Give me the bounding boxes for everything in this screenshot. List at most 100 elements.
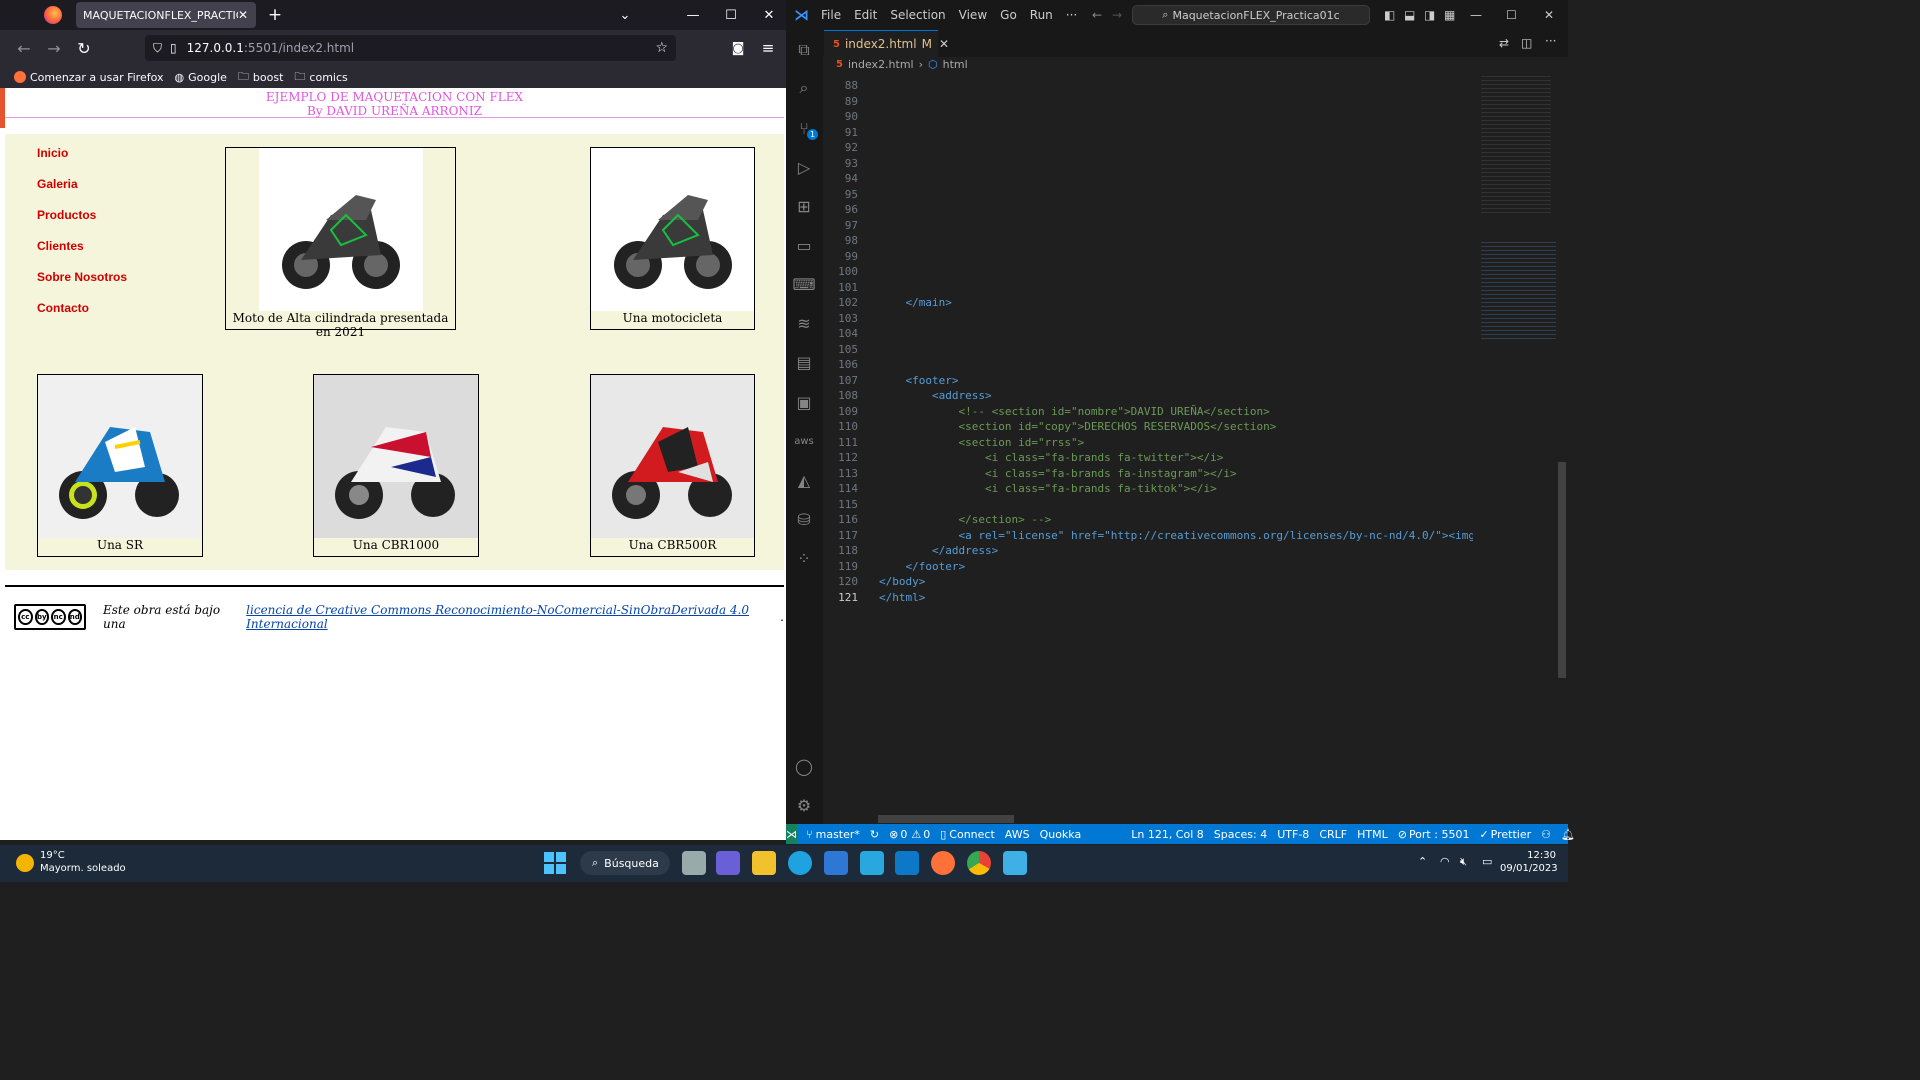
nav-link-galeria[interactable]: Galeria xyxy=(37,177,127,208)
edge-icon[interactable] xyxy=(788,851,812,875)
bookmark-firefox[interactable]: Comenzar a usar Firefox xyxy=(14,71,164,84)
minimize-button[interactable]: — xyxy=(1470,8,1482,22)
creative-commons-badge[interactable]: cc by nc nd xyxy=(14,604,86,630)
hamburger-menu-icon[interactable]: ≡ xyxy=(758,38,778,58)
browser-tab[interactable]: MAQUETACIONFLEX_PRACTICA01c ✕ xyxy=(76,2,256,28)
database-icon[interactable]: ⛁ xyxy=(792,507,816,531)
azure-icon[interactable]: ◭ xyxy=(792,468,816,492)
forward-arrow-icon[interactable]: → xyxy=(1112,8,1122,22)
volume-muted-icon[interactable]: 🔇︎ xyxy=(1460,855,1467,869)
firefox-taskbar-icon[interactable] xyxy=(931,851,955,875)
app-l-icon[interactable] xyxy=(860,851,884,875)
new-tab-button[interactable]: + xyxy=(266,5,284,25)
wifi-icon[interactable]: ◠ xyxy=(1440,855,1450,868)
vscode-taskbar-icon[interactable] xyxy=(895,851,919,875)
bookmark-comics[interactable]: 🗀 comics xyxy=(294,68,347,87)
menu-more[interactable]: ··· xyxy=(1066,8,1077,22)
pocket-icon[interactable]: ◙ xyxy=(728,38,748,58)
accounts-icon[interactable]: ⚇ xyxy=(1541,828,1551,841)
command-center[interactable]: ⌕ MaquetacionFLEX_Practica01c xyxy=(1132,5,1370,25)
live-share-icon[interactable]: ⁘ xyxy=(792,546,816,570)
weather-widget[interactable]: 19°C Mayorm. soleado xyxy=(40,849,126,875)
layers-icon[interactable]: ≋ xyxy=(792,311,816,335)
customize-layout-icon[interactable]: ▦ xyxy=(1444,8,1455,22)
breadcrumb-element[interactable]: html xyxy=(943,58,968,71)
close-icon[interactable]: ✕ xyxy=(939,37,949,51)
live-server-port[interactable]: Port : 5501 xyxy=(1409,828,1470,841)
menu-run[interactable]: Run xyxy=(1030,8,1053,22)
compare-changes-icon[interactable]: ⇄ xyxy=(1499,36,1509,50)
minimize-button[interactable]: — xyxy=(684,5,702,25)
more-actions-icon[interactable]: ··· xyxy=(1545,34,1556,48)
close-window-button[interactable]: ✕ xyxy=(760,5,778,25)
aws-icon[interactable]: aws xyxy=(792,429,816,453)
chevron-up-icon[interactable]: ⌃ xyxy=(1418,855,1427,868)
menu-edit[interactable]: Edit xyxy=(854,8,877,22)
clock[interactable]: 12:30 09/01/2023 xyxy=(1500,849,1558,875)
remote-icon[interactable]: ⋊ xyxy=(786,824,797,844)
error-count[interactable]: 0 xyxy=(900,828,907,841)
explorer-icon[interactable]: ⧉ xyxy=(792,38,816,62)
nav-link-clientes[interactable]: Clientes xyxy=(37,239,127,270)
task-view-icon[interactable] xyxy=(682,851,706,875)
vertical-scrollbar[interactable] xyxy=(1558,462,1566,678)
layout-panel-icon[interactable]: ⬓ xyxy=(1404,8,1415,22)
connect[interactable]: Connect xyxy=(949,828,994,841)
shield-icon[interactable]: ⛉ xyxy=(153,41,162,56)
close-icon[interactable]: ✕ xyxy=(238,8,248,22)
taskbar-search[interactable]: ⌕ Búsqueda xyxy=(580,851,670,875)
layout-secondary-icon[interactable]: ◨ xyxy=(1424,8,1435,22)
prettier-status[interactable]: Prettier xyxy=(1491,828,1531,841)
breadcrumb-file[interactable]: index2.html xyxy=(848,58,914,71)
page-icon[interactable]: ▯ xyxy=(170,41,177,55)
notebook-icon[interactable]: ▤ xyxy=(792,350,816,374)
reload-icon[interactable]: ↻ xyxy=(74,38,94,58)
forward-arrow-icon[interactable]: → xyxy=(44,38,64,58)
bell-icon[interactable]: 🔔︎ xyxy=(1561,828,1575,841)
maximize-button[interactable]: ☐ xyxy=(722,5,740,25)
indentation[interactable]: Spaces: 4 xyxy=(1214,828,1267,841)
search-icon[interactable]: ⌕ xyxy=(792,76,816,100)
terminal-icon[interactable]: ⌨ xyxy=(792,272,816,296)
accounts-icon[interactable]: ◯ xyxy=(792,754,816,778)
run-debug-icon[interactable]: ▷ xyxy=(792,155,816,179)
branch[interactable]: master* xyxy=(816,828,860,841)
maximize-button[interactable]: ☐ xyxy=(1506,8,1517,22)
close-window-button[interactable]: ✕ xyxy=(1544,8,1554,22)
store-icon[interactable] xyxy=(824,851,848,875)
warning-count[interactable]: 0 xyxy=(923,828,930,841)
end-of-line[interactable]: CRLF xyxy=(1319,828,1347,841)
start-button[interactable] xyxy=(544,852,566,874)
docker-icon[interactable]: ▣ xyxy=(792,390,816,414)
menu-selection[interactable]: Selection xyxy=(890,8,945,22)
battery-icon[interactable]: ▭ xyxy=(1482,855,1492,868)
bookmark-google[interactable]: ◍ Google xyxy=(175,71,227,84)
bookmark-boost[interactable]: 🗀 boost xyxy=(238,68,284,87)
split-editor-icon[interactable]: ◫ xyxy=(1521,36,1532,50)
star-icon[interactable]: ☆ xyxy=(655,40,668,56)
nav-link-contacto[interactable]: Contacto xyxy=(37,301,127,332)
weather-sun-icon[interactable] xyxy=(16,854,34,872)
menu-go[interactable]: Go xyxy=(1000,8,1017,22)
url-bar[interactable]: ⛉ ▯ 127.0.0.1:5501/index2.html ☆ xyxy=(145,35,676,61)
chevron-down-icon[interactable]: ⌄ xyxy=(616,5,634,25)
sync-icon[interactable]: ↻ xyxy=(870,828,879,841)
horizontal-scrollbar[interactable] xyxy=(878,815,1014,823)
nav-link-sobre-nosotros[interactable]: Sobre Nosotros xyxy=(37,270,127,301)
firefox-menu-icon[interactable] xyxy=(44,6,62,24)
extensions-icon[interactable]: ⊞ xyxy=(792,194,816,218)
file-explorer-icon[interactable] xyxy=(752,851,776,875)
cursor-position[interactable]: Ln 121, Col 8 xyxy=(1131,828,1204,841)
teams-chat-icon[interactable] xyxy=(716,851,740,875)
notepad-icon[interactable] xyxy=(1003,851,1027,875)
remote-explorer-icon[interactable]: ▭ xyxy=(792,233,816,257)
chrome-icon[interactable] xyxy=(967,851,991,875)
quokka-status[interactable]: Quokka xyxy=(1040,828,1082,841)
nav-link-productos[interactable]: Productos xyxy=(37,208,127,239)
menu-view[interactable]: View xyxy=(959,8,987,22)
nav-link-inicio[interactable]: Inicio xyxy=(37,146,127,177)
menu-file[interactable]: File xyxy=(821,8,841,22)
source-control-icon[interactable]: ⑂ 1 xyxy=(792,116,818,140)
aws-status[interactable]: AWS xyxy=(1005,828,1030,841)
gear-icon[interactable]: ⚙ xyxy=(792,793,816,817)
